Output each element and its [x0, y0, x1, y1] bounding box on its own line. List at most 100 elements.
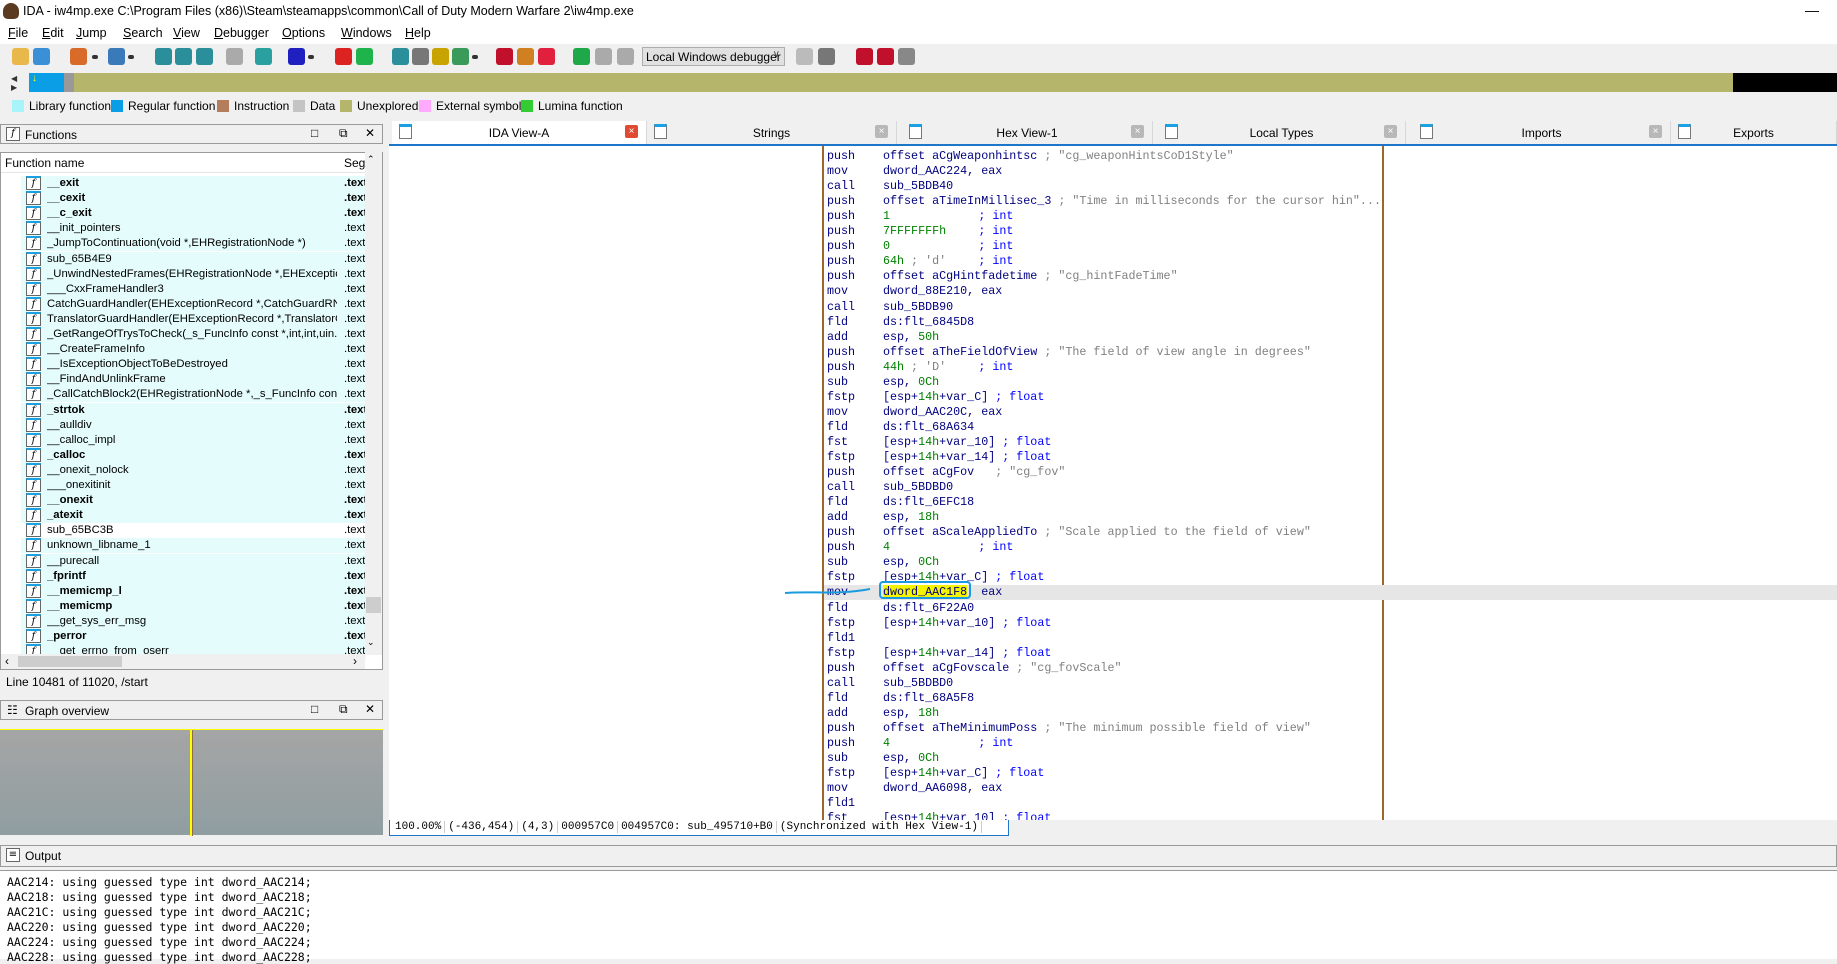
- tab-hex-view-1[interactable]: Hex View-1 ×: [902, 121, 1153, 144]
- segment-icon[interactable]: [335, 48, 352, 65]
- disasm-line[interactable]: call sub_5BDBD0: [389, 676, 1837, 691]
- disasm-line[interactable]: fld ds:flt_6EFC18: [389, 495, 1837, 510]
- menu-file[interactable]: File: [8, 26, 28, 40]
- maximize-icon[interactable]: □: [311, 702, 318, 716]
- function-row[interactable]: f unknown_libname_1 .text: [21, 538, 366, 554]
- functions-list[interactable]: Function name Seg f __exit .text f __cexit .t…: [0, 152, 383, 670]
- function-row[interactable]: f _fprintf .text: [21, 568, 366, 584]
- tab-close-icon[interactable]: ×: [1131, 125, 1144, 138]
- disasm-line-selected[interactable]: mov dword_AAC1F8, eax: [824, 585, 1837, 601]
- menu-help[interactable]: Help: [405, 26, 431, 40]
- disasm-line[interactable]: mov dword_AAC224, eax: [389, 164, 1837, 179]
- forward-icon[interactable]: [108, 48, 125, 65]
- disasm-line[interactable]: push offset aScaleAppliedTo ; "Scale appl…: [389, 525, 1837, 540]
- disasm-line[interactable]: add esp, 18h: [389, 706, 1837, 721]
- function-row[interactable]: f ___onexitinit .text: [21, 478, 366, 493]
- nav-end-segment[interactable]: [1733, 73, 1837, 92]
- trace-icon[interactable]: [796, 48, 813, 65]
- function-row[interactable]: f __init_pointers .text: [21, 221, 366, 237]
- tab-local-types[interactable]: Local Types ×: [1158, 121, 1406, 144]
- function-row[interactable]: f __purecall .text: [21, 553, 366, 569]
- function-row[interactable]: f CatchGuardHandler(EHExceptionRecord *,C…: [21, 296, 366, 312]
- menu-debugger[interactable]: Debugger: [214, 26, 269, 40]
- navigation-band[interactable]: ◀ ▶ ↓: [0, 72, 1837, 94]
- stop-icon[interactable]: [617, 48, 634, 65]
- hex-icon[interactable]: [155, 48, 172, 65]
- disasm-line[interactable]: mov dword_AAC20C, eax: [389, 405, 1837, 420]
- call-trace-icon[interactable]: [818, 48, 835, 65]
- disasm-line[interactable]: sub esp, 0Ch: [389, 751, 1837, 766]
- dropdown-icon[interactable]: [92, 55, 98, 59]
- disasm-line[interactable]: push 4 ; int: [389, 736, 1837, 751]
- unknown-icon[interactable]: [432, 48, 449, 65]
- patch-icon[interactable]: [517, 48, 534, 65]
- disasm-line[interactable]: fld ds:flt_68A634: [389, 420, 1837, 435]
- disasm-line[interactable]: fst [esp+14h+var_10] ; float: [389, 435, 1837, 450]
- function-row[interactable]: f __calloc_impl .text: [21, 432, 366, 448]
- tab-imports[interactable]: Imports ×: [1413, 121, 1671, 144]
- disasm-line[interactable]: push offset aTimeInMillisec_3 ; "Time in …: [389, 194, 1837, 209]
- open-icon[interactable]: [12, 48, 29, 65]
- function-row[interactable]: f _atexit .text: [21, 508, 366, 524]
- ascii-icon[interactable]: [288, 48, 305, 65]
- menu-options[interactable]: Options: [282, 26, 325, 40]
- scroll-left-icon[interactable]: ‹: [5, 654, 9, 668]
- function-row[interactable]: f __IsExceptionObjectToBeDestroyed .text: [21, 357, 366, 373]
- function-row[interactable]: f __CreateFrameInfo .text: [21, 342, 366, 358]
- back-icon[interactable]: [70, 48, 87, 65]
- disasm-line[interactable]: push 64h ; 'd'; int: [389, 254, 1837, 269]
- disasm-line[interactable]: call sub_5BDB40: [389, 179, 1837, 194]
- function-row[interactable]: f _UnwindNestedFrames(EHRegistrationNode …: [21, 266, 366, 282]
- disasm-line[interactable]: push offset aTheMinimumPoss ; "The minimu…: [389, 721, 1837, 736]
- disasm-line[interactable]: sub esp, 0Ch: [389, 555, 1837, 570]
- disasm-line[interactable]: push offset aCgHintfadetime ; "cg_hintFad…: [389, 269, 1837, 284]
- function-row[interactable]: f _CallCatchBlock2(EHRegistrationNode *,_…: [21, 387, 366, 403]
- function-row[interactable]: f __onexit_nolock .text: [21, 462, 366, 478]
- list-icon[interactable]: [856, 48, 873, 65]
- disasm-line[interactable]: call sub_5BDB90: [389, 300, 1837, 315]
- text-icon[interactable]: [175, 48, 192, 65]
- disasm-line[interactable]: add esp, 50h: [389, 330, 1837, 345]
- menu-jump[interactable]: Jump: [76, 26, 107, 40]
- function-row[interactable]: f __get_sys_err_msg .text: [21, 613, 366, 629]
- tab-close-icon[interactable]: ×: [1384, 125, 1397, 138]
- function-row[interactable]: f sub_65BC3B .text: [21, 523, 366, 539]
- function-row[interactable]: f _perror .text: [21, 629, 366, 644]
- function-row[interactable]: f __FindAndUnlinkFrame .text: [21, 372, 366, 388]
- graph-overview[interactable]: [0, 729, 383, 836]
- minimize-button[interactable]: —: [1805, 2, 1819, 18]
- stop-sign-icon[interactable]: [538, 48, 555, 65]
- function-row[interactable]: f __c_exit .text: [21, 206, 366, 222]
- disasm-line[interactable]: push offset aTheFieldOfView ; "The field …: [389, 345, 1837, 360]
- disasm-line[interactable]: push 7FFFFFFFh ; int: [389, 224, 1837, 239]
- column-segment[interactable]: Seg: [344, 156, 365, 170]
- disasm-line[interactable]: mov dword_AA6098, eax: [389, 781, 1837, 796]
- nav-arrows-icon[interactable]: ◀ ▶: [11, 74, 17, 92]
- maximize-icon[interactable]: □: [311, 126, 318, 140]
- disasm-line[interactable]: fld1: [389, 796, 1837, 811]
- function-row[interactable]: f __cexit .text: [21, 191, 366, 207]
- disasm-line[interactable]: call sub_5BDBD0: [389, 480, 1837, 495]
- menu-search[interactable]: Search: [123, 26, 163, 40]
- list-add-icon[interactable]: [877, 48, 894, 65]
- disasm-line[interactable]: push offset aCgWeaponhintsc ; "cg_weaponH…: [389, 149, 1837, 164]
- scrollbar-thumb[interactable]: [366, 597, 381, 613]
- tab-close-icon[interactable]: ×: [875, 125, 888, 138]
- function-row[interactable]: f __memicmp_l .text: [21, 583, 366, 599]
- struct-icon[interactable]: [452, 48, 469, 65]
- nav-data-segment[interactable]: [64, 73, 74, 92]
- green-circle-icon[interactable]: [356, 48, 373, 65]
- disasm-line[interactable]: sub esp, 0Ch: [389, 375, 1837, 390]
- disasm-line[interactable]: fstp [esp+14h+var_10] ; float: [389, 616, 1837, 631]
- jump-icon[interactable]: [255, 48, 272, 65]
- binary-icon[interactable]: [196, 48, 213, 65]
- tab-close-icon[interactable]: ×: [625, 125, 638, 138]
- dropdown-icon[interactable]: [128, 55, 134, 59]
- graph-viewport-marker[interactable]: [190, 730, 193, 836]
- convert-icon[interactable]: [226, 48, 243, 65]
- float-icon[interactable]: ⧉: [339, 126, 348, 141]
- scrollbar-thumb[interactable]: [18, 656, 122, 667]
- save-icon[interactable]: [33, 48, 50, 65]
- function-row[interactable]: f ___CxxFrameHandler3 .text: [21, 281, 366, 297]
- function-row[interactable]: f __memicmp .text: [21, 598, 366, 614]
